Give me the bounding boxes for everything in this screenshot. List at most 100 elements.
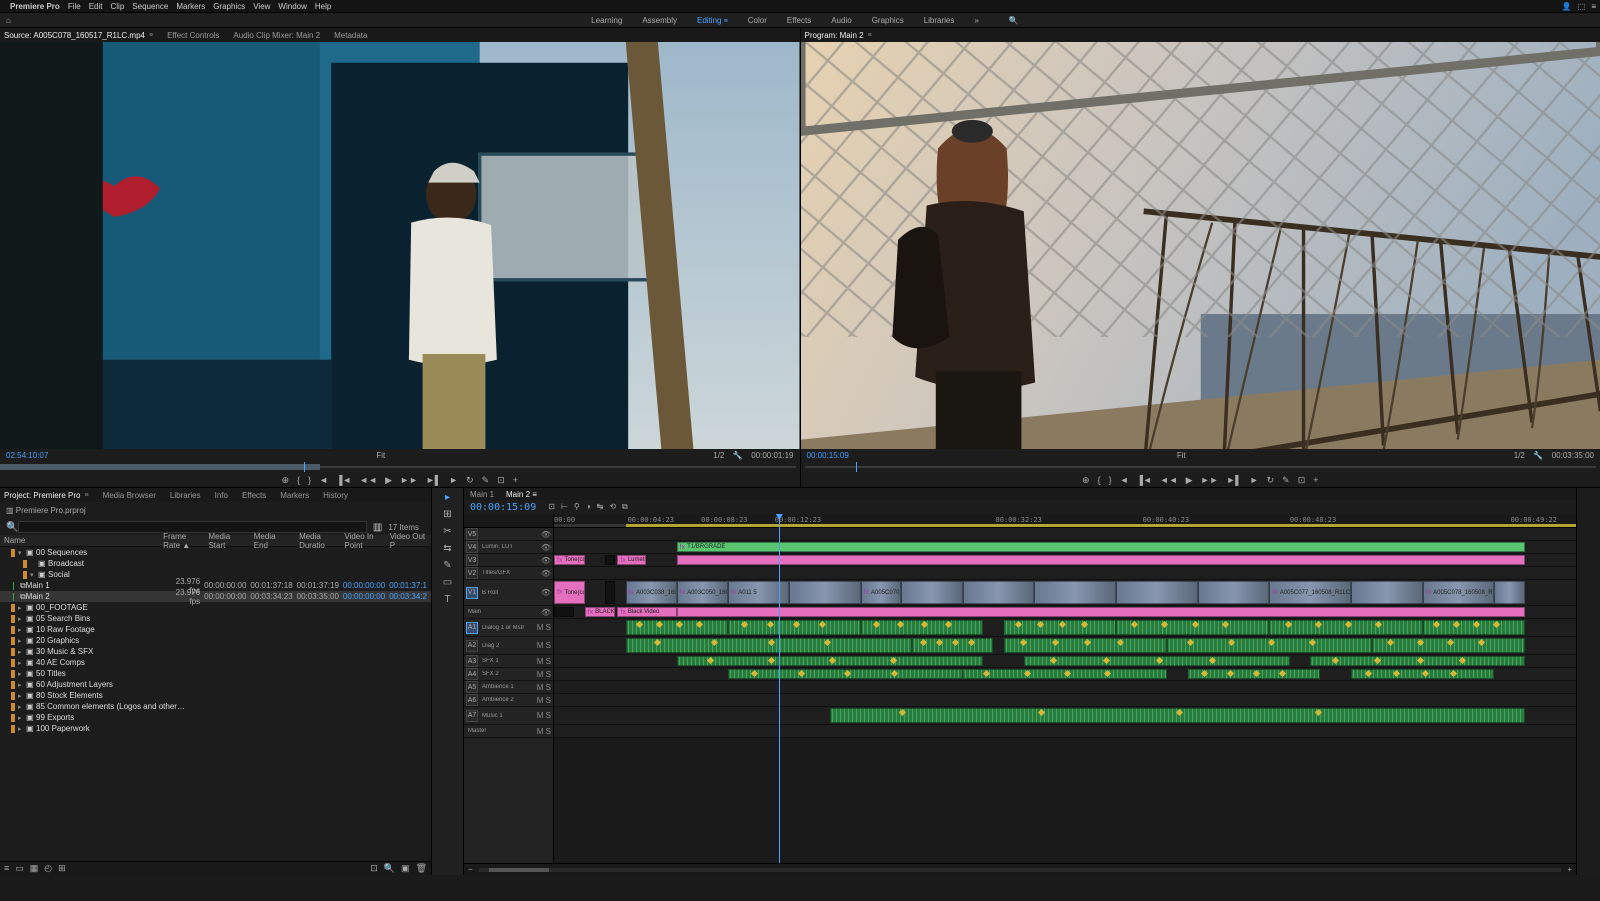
track-lane[interactable]: [554, 668, 1576, 681]
track-lane[interactable]: fxTone(color)fxA003C038_160517_R1LC.mp4f…: [554, 580, 1576, 606]
zoom-slider[interactable]: [479, 868, 1562, 872]
clip[interactable]: [1372, 638, 1525, 653]
workspace-assembly[interactable]: Assembly: [642, 16, 677, 25]
project-view-icon[interactable]: ⊞: [58, 863, 66, 873]
clip[interactable]: fxBLACK: [585, 607, 616, 617]
clip[interactable]: [1004, 620, 1116, 635]
project-list[interactable]: ▾▣00 Sequences▣Broadcast▾▣Social⧉Main 12…: [0, 547, 431, 861]
mute-icon[interactable]: M S: [537, 641, 551, 650]
workspace-effects[interactable]: Effects: [787, 16, 811, 25]
project-view-icon[interactable]: ≡: [4, 863, 9, 873]
playhead[interactable]: [779, 514, 780, 863]
project-tab-1[interactable]: Media Browser: [103, 491, 156, 500]
menu-help[interactable]: Help: [315, 2, 331, 11]
clip[interactable]: [1167, 638, 1371, 653]
track-lane[interactable]: [554, 694, 1576, 707]
mute-icon[interactable]: M S: [537, 670, 551, 679]
program-timecode-left[interactable]: 00:00:15:09: [807, 451, 849, 460]
transport-button[interactable]: +: [1313, 475, 1318, 485]
track-lane[interactable]: fxTone(color)fxLumetri: [554, 554, 1576, 567]
clip[interactable]: [605, 581, 615, 604]
track-lane[interactable]: [554, 619, 1576, 637]
clip[interactable]: [1116, 620, 1269, 635]
eye-icon[interactable]: 👁: [541, 530, 551, 539]
menubar-right-icon[interactable]: ⬚: [1578, 2, 1586, 11]
track-lane[interactable]: [554, 528, 1576, 541]
clip[interactable]: [677, 555, 1525, 565]
clip[interactable]: [789, 581, 861, 604]
project-tab-5[interactable]: Markers: [280, 491, 309, 500]
clip[interactable]: [554, 607, 574, 617]
track-target-button[interactable]: A5: [466, 681, 478, 693]
transport-button[interactable]: ◄: [319, 475, 328, 485]
tool-2[interactable]: ✂: [443, 526, 451, 537]
menubar-right-icon[interactable]: 👤: [1562, 2, 1572, 11]
source-tab-1[interactable]: Effect Controls: [167, 31, 219, 40]
timeline-ruler[interactable]: 00:0000:00:04:2300:00:08:2300:00:12:2300…: [554, 514, 1576, 528]
clip[interactable]: [728, 620, 861, 635]
project-row[interactable]: ⧉Main 123.976 fps00:00:00:0000:01:37:180…: [0, 580, 431, 591]
transport-button[interactable]: ►▌: [1226, 475, 1241, 485]
mute-icon[interactable]: M S: [537, 623, 551, 632]
twirl-icon[interactable]: ▾: [30, 571, 38, 579]
track-target-button[interactable]: V4: [466, 541, 478, 553]
clip[interactable]: [728, 669, 963, 679]
clip[interactable]: fxA011 5: [728, 581, 789, 604]
track-header[interactable]: A5Ambience 1M S: [464, 681, 553, 694]
eye-icon[interactable]: 👁: [541, 543, 551, 552]
track-lane[interactable]: [554, 567, 1576, 580]
timeline-toggle[interactable]: ⚲: [574, 502, 580, 511]
clip[interactable]: [1351, 581, 1423, 604]
clip[interactable]: [1351, 669, 1494, 679]
timeline-toggle[interactable]: ◑: [586, 502, 591, 511]
timeline-toggle[interactable]: ⊡: [548, 502, 555, 511]
transport-button[interactable]: ►►: [400, 475, 418, 485]
clip[interactable]: fxA005C077_160508_R1LC.mp4: [1269, 581, 1351, 604]
twirl-icon[interactable]: ▸: [18, 703, 26, 711]
menu-sequence[interactable]: Sequence: [132, 2, 168, 11]
source-tab-2[interactable]: Audio Clip Mixer: Main 2: [233, 31, 320, 40]
track-header[interactable]: A4SFX 2M S: [464, 668, 553, 681]
transport-button[interactable]: ▶: [1186, 475, 1193, 486]
clip[interactable]: fxT1/BRGRADE: [677, 542, 1525, 552]
track-lane[interactable]: [554, 707, 1576, 725]
workspace-libraries[interactable]: Libraries: [924, 16, 955, 25]
clip[interactable]: [605, 555, 615, 565]
project-footer-icon[interactable]: 🗑: [416, 863, 427, 873]
program-scrub-bar[interactable]: [801, 461, 1600, 473]
project-columns[interactable]: NameFrame Rate ▲Media StartMedia EndMedi…: [0, 535, 431, 547]
mute-icon[interactable]: M S: [537, 683, 551, 692]
track-header[interactable]: A2Diag 2M S: [464, 637, 553, 655]
transport-button[interactable]: +: [513, 475, 518, 485]
track-target-button[interactable]: A7: [466, 710, 478, 722]
eye-icon[interactable]: 👁: [541, 608, 551, 617]
track-header[interactable]: A3SFX 1M S: [464, 655, 553, 668]
transport-button[interactable]: ◄: [1120, 475, 1129, 485]
clip[interactable]: [963, 581, 1035, 604]
transport-button[interactable]: ✎: [482, 475, 490, 486]
workspace-overflow[interactable]: »: [974, 16, 978, 25]
program-scale[interactable]: 1/2: [1514, 451, 1525, 460]
track-lane[interactable]: [554, 655, 1576, 668]
clip[interactable]: fxBlack Video: [617, 607, 676, 617]
menu-markers[interactable]: Markers: [176, 2, 205, 11]
clip[interactable]: [1024, 656, 1290, 666]
project-tab-0[interactable]: Project: Premiere Pro: [4, 491, 89, 500]
timeline-toggle[interactable]: ⧉: [622, 502, 628, 511]
project-row[interactable]: ▸▣00_FOOTAGE: [0, 602, 431, 613]
track-target-button[interactable]: V3: [466, 554, 478, 566]
workspace-learning[interactable]: Learning: [591, 16, 622, 25]
twirl-icon[interactable]: ▸: [18, 681, 26, 689]
mute-icon[interactable]: M S: [537, 727, 551, 736]
project-tab-3[interactable]: Info: [215, 491, 228, 500]
twirl-icon[interactable]: ▸: [18, 615, 26, 623]
twirl-icon[interactable]: ▸: [18, 626, 26, 634]
transport-button[interactable]: ⊡: [1298, 475, 1306, 486]
clip[interactable]: [1310, 656, 1525, 666]
track-header[interactable]: V1B Roll👁: [464, 580, 553, 606]
project-row[interactable]: ▾▣00 Sequences: [0, 547, 431, 558]
twirl-icon[interactable]: ▸: [18, 648, 26, 656]
transport-button[interactable]: ⊡: [497, 475, 505, 486]
clip[interactable]: [677, 607, 1525, 617]
twirl-icon[interactable]: ▸: [18, 714, 26, 722]
